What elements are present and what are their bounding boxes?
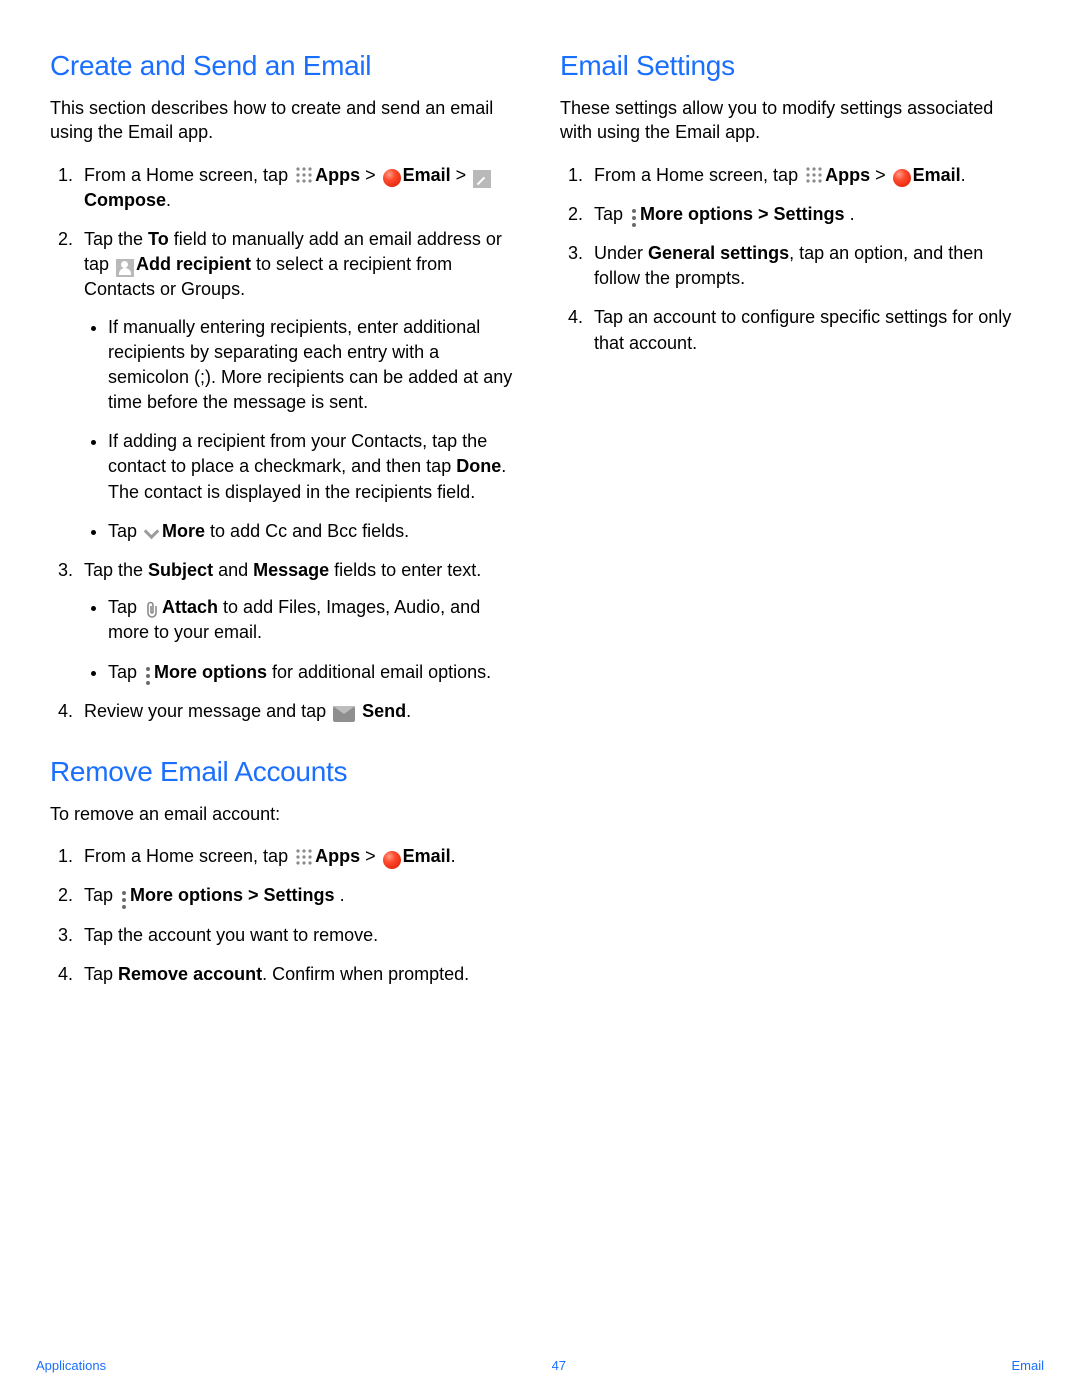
apps-icon bbox=[805, 166, 823, 184]
intro-create-send: This section describes how to create and… bbox=[50, 96, 520, 145]
apps-icon bbox=[295, 166, 313, 184]
step-4: Tap Remove account. Confirm when prompte… bbox=[78, 962, 520, 987]
attach-icon bbox=[144, 601, 160, 619]
footer-left: Applications bbox=[36, 1358, 106, 1373]
step-1: From a Home screen, tap Apps > Email. bbox=[78, 844, 520, 869]
heading-remove: Remove Email Accounts bbox=[50, 756, 520, 788]
section-remove-accounts: Remove Email Accounts To remove an email… bbox=[50, 756, 520, 987]
step-2: Tap More options > Settings . bbox=[78, 883, 520, 908]
email-icon bbox=[893, 169, 911, 187]
step-2-bullets: If manually entering recipients, enter a… bbox=[84, 315, 520, 545]
more-options-icon bbox=[144, 666, 152, 686]
apps-icon bbox=[295, 848, 313, 866]
left-column: Create and Send an Email This section de… bbox=[50, 50, 520, 1019]
step-3-bullets: Tap Attach to add Files, Images, Audio, … bbox=[84, 595, 520, 685]
footer-right: Email bbox=[1011, 1358, 1044, 1373]
step-4: Tap an account to configure specific set… bbox=[588, 305, 1030, 355]
steps-remove: From a Home screen, tap Apps > Email. Ta… bbox=[50, 844, 520, 987]
intro-settings: These settings allow you to modify setti… bbox=[560, 96, 1030, 145]
steps-create-send: From a Home screen, tap Apps > Email > C… bbox=[50, 163, 520, 724]
bullet: Tap More options for additional email op… bbox=[108, 660, 520, 685]
intro-remove: To remove an email account: bbox=[50, 802, 520, 826]
step-3: Under General settings, tap an option, a… bbox=[588, 241, 1030, 291]
heading-settings: Email Settings bbox=[560, 50, 1030, 82]
section-email-settings: Email Settings These settings allow you … bbox=[560, 50, 1030, 356]
step-3: Tap the Subject and Message fields to en… bbox=[78, 558, 520, 685]
bullet: Tap Attach to add Files, Images, Audio, … bbox=[108, 595, 520, 645]
email-icon bbox=[383, 169, 401, 187]
person-icon bbox=[116, 259, 134, 277]
more-options-icon bbox=[630, 208, 638, 228]
section-create-send: Create and Send an Email This section de… bbox=[50, 50, 520, 724]
bullet: If manually entering recipients, enter a… bbox=[108, 315, 520, 416]
footer-page-number: 47 bbox=[552, 1358, 566, 1373]
step-2: Tap the To field to manually add an emai… bbox=[78, 227, 520, 544]
email-icon bbox=[383, 851, 401, 869]
heading-create-send: Create and Send an Email bbox=[50, 50, 520, 82]
page-footer: Applications 47 Email bbox=[0, 1358, 1080, 1373]
step-4: Review your message and tap Send. bbox=[78, 699, 520, 724]
page-content: Create and Send an Email This section de… bbox=[0, 0, 1080, 1019]
bullet: If adding a recipient from your Contacts… bbox=[108, 429, 520, 505]
step-2: Tap More options > Settings . bbox=[588, 202, 1030, 227]
chevron-down-icon bbox=[144, 526, 160, 538]
steps-settings: From a Home screen, tap Apps > Email. Ta… bbox=[560, 163, 1030, 356]
step-1: From a Home screen, tap Apps > Email. bbox=[588, 163, 1030, 188]
more-options-icon bbox=[120, 890, 128, 910]
step-3: Tap the account you want to remove. bbox=[78, 923, 520, 948]
send-icon bbox=[333, 706, 355, 722]
step-1: From a Home screen, tap Apps > Email > C… bbox=[78, 163, 520, 213]
compose-icon bbox=[473, 170, 491, 188]
right-column: Email Settings These settings allow you … bbox=[560, 50, 1030, 1019]
bullet: Tap More to add Cc and Bcc fields. bbox=[108, 519, 520, 544]
